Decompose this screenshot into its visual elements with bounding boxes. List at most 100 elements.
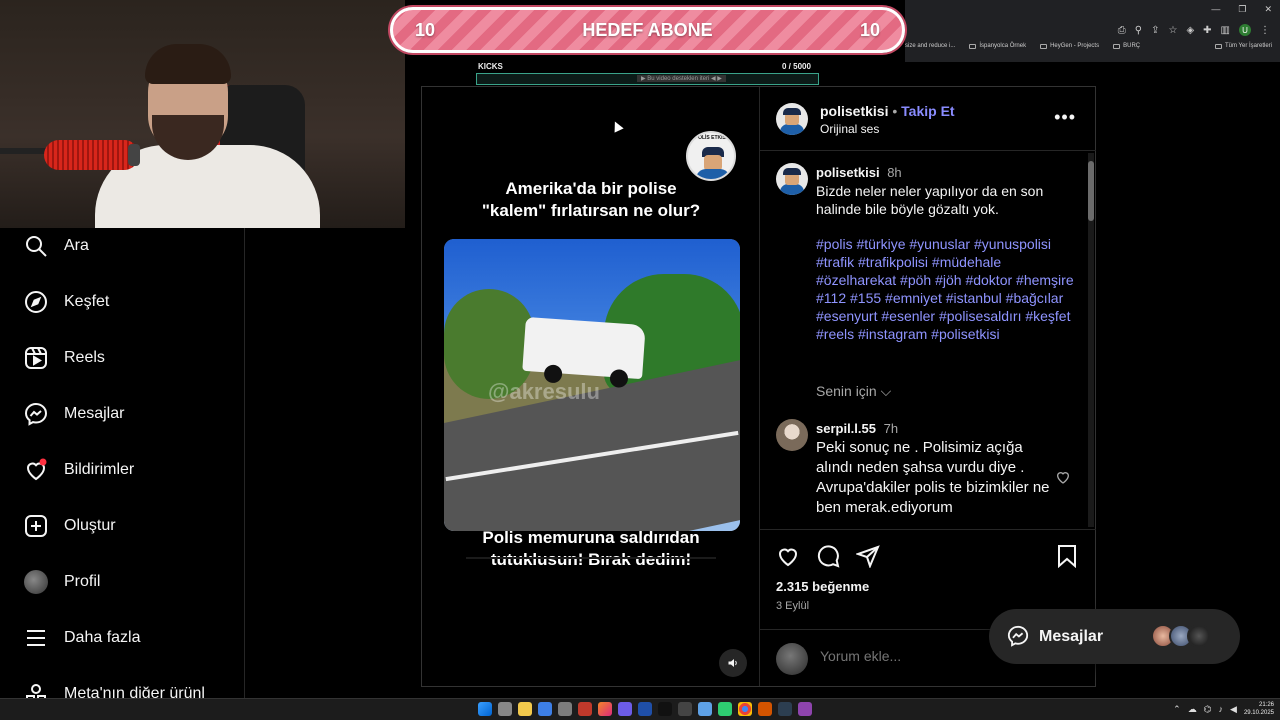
minimize-icon[interactable]: — (1211, 4, 1220, 15)
obs-icon[interactable] (798, 702, 812, 716)
save-icon[interactable] (1056, 544, 1078, 568)
comment-username[interactable]: serpil.l.55 (816, 421, 876, 436)
caption-author: polisetkisi 8h (816, 165, 902, 180)
taskview-icon[interactable] (498, 702, 512, 716)
goal-title: HEDEF ABONE (582, 19, 713, 40)
profile-avatar[interactable]: U (1239, 24, 1251, 36)
mute-button[interactable] (719, 649, 747, 677)
author-username[interactable]: polisetkisi (820, 103, 888, 119)
kicks-label: KICKS (478, 62, 503, 71)
kicks-note: ▶ Bu video desteklen iteri ◀ ▶ (637, 75, 726, 82)
zoom-icon[interactable]: ⚲ (1135, 25, 1142, 36)
bookmark-item[interactable]: BURÇ (1113, 43, 1140, 49)
sidebar-item-explore[interactable]: Keşfet (24, 288, 109, 316)
discord-icon[interactable] (618, 702, 632, 716)
chrome-icon[interactable] (738, 702, 752, 716)
all-bookmarks[interactable]: Tüm Yer İşaretleri (1214, 43, 1272, 49)
app-icon[interactable] (558, 702, 572, 716)
author-avatar[interactable] (776, 103, 808, 135)
bookmark-item[interactable]: HeyGen - Projects (1040, 43, 1099, 49)
for-you-label: Senin için (816, 383, 877, 399)
instagram-sidebar: Ara Keşfet Reels Mesajlar Bildirimler Ol… (0, 228, 245, 700)
sidebar-item-reels[interactable]: Reels (24, 344, 105, 372)
extension-toolbar: ⎙ ⚲ ⇪ ☆ ◈ ✚ ▥ U ⋮ (1118, 24, 1270, 36)
kebab-menu-icon[interactable]: ⋮ (1260, 25, 1270, 36)
reel-video[interactable]: POLİS ETKİSİ Amerika'da bir polise "kale… (422, 87, 760, 686)
sidebar-item-meta[interactable]: Meta'nın diğer ürünl (24, 680, 205, 700)
app-icon[interactable] (698, 702, 712, 716)
app-icon[interactable] (778, 702, 792, 716)
comment-avatar[interactable] (776, 419, 808, 451)
bookmark-item[interactable]: size and reduce i... (905, 43, 955, 49)
chevron-up-icon[interactable]: ⌃ (1173, 704, 1181, 715)
restore-icon[interactable]: ❐ (1238, 4, 1246, 15)
app-icon[interactable] (718, 702, 732, 716)
speaker-icon (728, 659, 737, 667)
tiktok-icon[interactable] (658, 702, 672, 716)
share-icon[interactable] (856, 544, 880, 568)
sidebar-item-create[interactable]: Oluştur (24, 512, 116, 540)
caption-author-avatar[interactable] (776, 163, 808, 195)
explorer-icon[interactable] (518, 702, 532, 716)
post-author: polisetkisi • Takip Et (820, 103, 955, 119)
sidebar-item-messages[interactable]: Mesajlar (24, 400, 124, 428)
mic-icon[interactable]: ♪ (1219, 704, 1224, 714)
sidebar-item-more[interactable]: Daha fazla (24, 624, 141, 652)
bookmark-item[interactable]: İspanyolca Örnek (969, 43, 1026, 49)
puzzle-icon[interactable]: ✚ (1203, 25, 1211, 36)
webcam-feed (0, 0, 405, 228)
video-caption-line: Polis memuruna saldırıdan (482, 528, 700, 547)
audio-label[interactable]: Orijinal ses (820, 122, 879, 136)
sidebar-item-notifications[interactable]: Bildirimler (24, 456, 134, 484)
post-details: polisetkisi • Takip Et Orijinal ses ••• … (760, 87, 1096, 686)
folder-icon (1214, 43, 1222, 49)
messenger-icon (1007, 625, 1029, 647)
kicks-count: 0 / 5000 (782, 62, 811, 71)
windows-taskbar: ⌃ ☁ ⌬ ♪ ◀ 21:26 29.10.2025 (0, 698, 1280, 720)
hashtags[interactable]: #polis #türkiye #yunuslar #yunuspolisi #… (816, 235, 1078, 343)
for-you-dropdown[interactable]: Senin için ⌵ (816, 383, 891, 400)
police-badge-logo: POLİS ETKİSİ (686, 131, 736, 181)
plus-square-icon (25, 515, 47, 537)
comment-input[interactable] (820, 648, 1020, 664)
comment-icon[interactable] (816, 544, 840, 568)
folder-icon (1113, 43, 1121, 49)
more-options-icon[interactable]: ••• (1054, 107, 1076, 128)
sidepanel-icon[interactable]: ▥ (1221, 25, 1230, 36)
window-controls: — ❐ ✕ (1211, 4, 1272, 15)
share-icon[interactable]: ⇪ (1151, 25, 1159, 36)
network-icon[interactable]: ⌬ (1204, 704, 1212, 715)
volume-icon[interactable]: ◀ (1230, 704, 1237, 715)
sidebar-item-profile[interactable]: Profil (24, 568, 100, 596)
heart-icon (26, 458, 47, 481)
sidebar-item-label: Ara (64, 237, 89, 254)
like-icon[interactable] (776, 544, 800, 568)
follow-button[interactable]: Takip Et (901, 103, 954, 119)
caption-text: Bizde neler neler yapılıyor da en son ha… (816, 183, 1044, 217)
sidebar-item-search[interactable]: Ara (24, 232, 89, 260)
extension-icon[interactable]: ◈ (1186, 25, 1194, 36)
app-icon[interactable] (538, 702, 552, 716)
bookmark-star-icon[interactable]: ☆ (1168, 25, 1177, 36)
instagram-icon[interactable] (598, 702, 612, 716)
cloud-icon[interactable]: ☁ (1188, 704, 1197, 715)
kicks-progress-bar: ▶ Bu video desteklen iteri ◀ ▶ (476, 73, 819, 85)
comment-like-icon[interactable] (1055, 469, 1071, 485)
comment-text: Peki sonuç ne . Polisimiz açığa alındı n… (816, 439, 1050, 516)
photoshop-icon[interactable] (638, 702, 652, 716)
goal-target: 10 (859, 19, 880, 40)
start-icon[interactable] (478, 702, 492, 716)
caption-username[interactable]: polisetkisi (816, 165, 880, 180)
like-count[interactable]: 2.315 beğenme (776, 579, 869, 594)
messages-pill[interactable]: Mesajlar (989, 609, 1240, 664)
app-icon[interactable] (758, 702, 772, 716)
close-icon[interactable]: ✕ (1264, 4, 1272, 15)
bookmarks-bar: size and reduce i... İspanyolca Örnek He… (905, 43, 1280, 49)
app-icon[interactable] (678, 702, 692, 716)
clock[interactable]: 21:26 29.10.2025 (1244, 701, 1274, 717)
app-icon[interactable] (578, 702, 592, 716)
install-icon[interactable]: ⎙ (1118, 25, 1126, 36)
badge-text: POLİS ETKİSİ (694, 135, 728, 141)
comments-scrollbar[interactable] (1088, 153, 1094, 527)
caption-time: 8h (887, 165, 902, 180)
